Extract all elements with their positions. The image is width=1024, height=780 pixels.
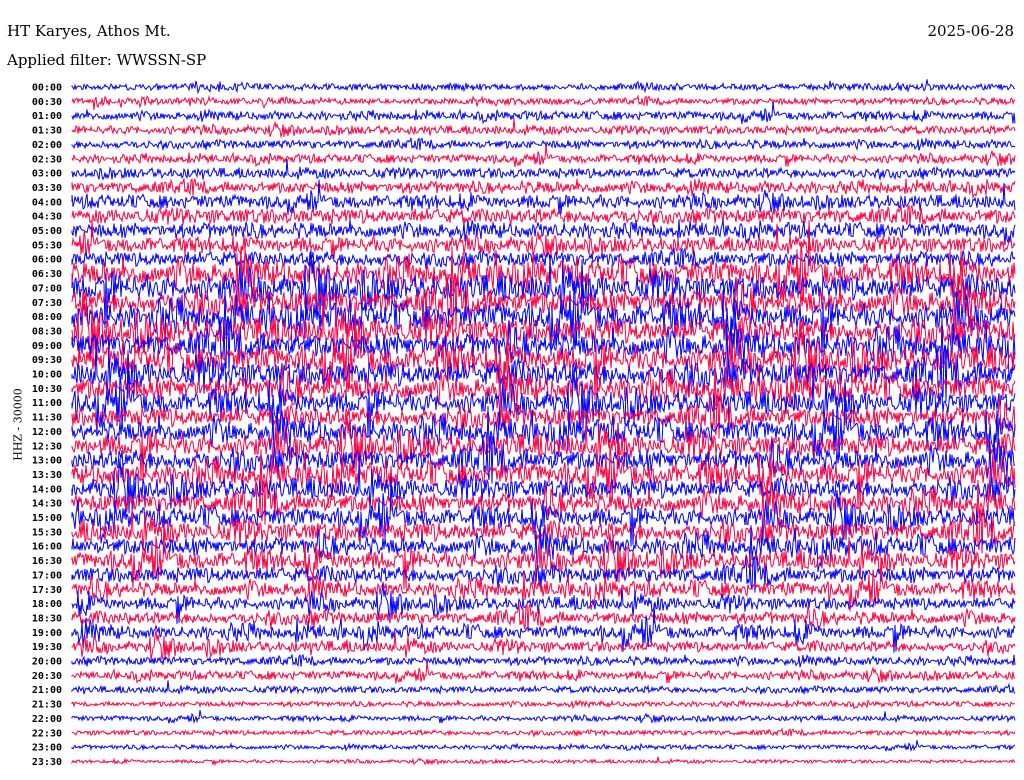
time-label: 23:30 <box>32 757 62 768</box>
time-label: 17:00 <box>32 570 62 581</box>
time-label: 08:00 <box>32 312 62 323</box>
trace-row <box>71 710 1016 725</box>
time-label: 14:00 <box>32 484 62 495</box>
time-label: 15:30 <box>32 527 62 538</box>
time-label: 08:30 <box>32 326 62 337</box>
trace-row <box>71 137 1016 151</box>
trace-row <box>71 101 1016 125</box>
trace-row <box>71 740 1016 752</box>
time-label: 20:00 <box>32 657 62 668</box>
trace-row <box>71 661 1016 684</box>
time-label: 17:30 <box>32 585 62 596</box>
time-label: 21:30 <box>32 700 62 711</box>
time-label: 09:30 <box>32 355 62 366</box>
time-label: 12:30 <box>32 441 62 452</box>
trace-row <box>71 727 1016 738</box>
time-label: 03:30 <box>32 183 62 194</box>
trace-row <box>71 219 1016 246</box>
time-label: 11:00 <box>32 398 62 409</box>
trace-row <box>71 144 1016 168</box>
time-label: 05:00 <box>32 226 62 237</box>
time-label: 15:00 <box>32 513 62 524</box>
trace-row <box>71 177 1016 200</box>
time-label: 19:30 <box>32 642 62 653</box>
time-label: 02:00 <box>32 140 62 151</box>
time-label: 09:00 <box>32 341 62 352</box>
time-label: 19:00 <box>32 628 62 639</box>
trace-row <box>71 756 1016 767</box>
time-label: 13:30 <box>32 470 62 481</box>
time-label: 23:00 <box>32 743 62 754</box>
trace-row <box>71 94 1016 111</box>
time-label: 00:30 <box>32 97 62 108</box>
time-label: 16:30 <box>32 556 62 567</box>
time-label: 22:30 <box>32 728 62 739</box>
time-label: 18:00 <box>32 599 62 610</box>
trace-row <box>71 680 1016 695</box>
trace-row <box>71 382 1016 466</box>
time-label: 07:30 <box>32 298 62 309</box>
trace-row <box>71 698 1016 710</box>
time-label: 03:00 <box>32 169 62 180</box>
trace-row <box>71 603 1016 632</box>
time-label: 14:30 <box>32 499 62 510</box>
time-label: 04:30 <box>32 212 62 223</box>
trace-row <box>71 79 1016 95</box>
time-label: 04:00 <box>32 197 62 208</box>
helicorder-plot: 00:00 00:30 01:00 01:30 02:00 02:30 03:00 03:30… <box>32 79 1016 768</box>
time-label: 21:00 <box>32 685 62 696</box>
time-label: 01:00 <box>32 111 62 122</box>
time-label: 06:00 <box>32 255 62 266</box>
time-label: 05:30 <box>32 240 62 251</box>
time-label: 01:30 <box>32 126 62 137</box>
trace-row <box>71 118 1016 139</box>
time-label: 20:30 <box>32 671 62 682</box>
time-label: 11:30 <box>32 413 62 424</box>
time-label: 02:30 <box>32 154 62 165</box>
time-label: 22:00 <box>32 714 62 725</box>
trace-row <box>71 653 1016 668</box>
time-label: 12:00 <box>32 427 62 438</box>
time-label: 10:30 <box>32 384 62 395</box>
time-label: 18:30 <box>32 613 62 624</box>
time-label: 13:00 <box>32 456 62 467</box>
time-label: 06:30 <box>32 269 62 280</box>
time-label: 10:00 <box>32 370 62 381</box>
trace-row <box>71 203 1016 227</box>
time-label: 00:00 <box>32 83 62 94</box>
time-label: 07:00 <box>32 283 62 294</box>
time-label: 16:00 <box>32 542 62 553</box>
